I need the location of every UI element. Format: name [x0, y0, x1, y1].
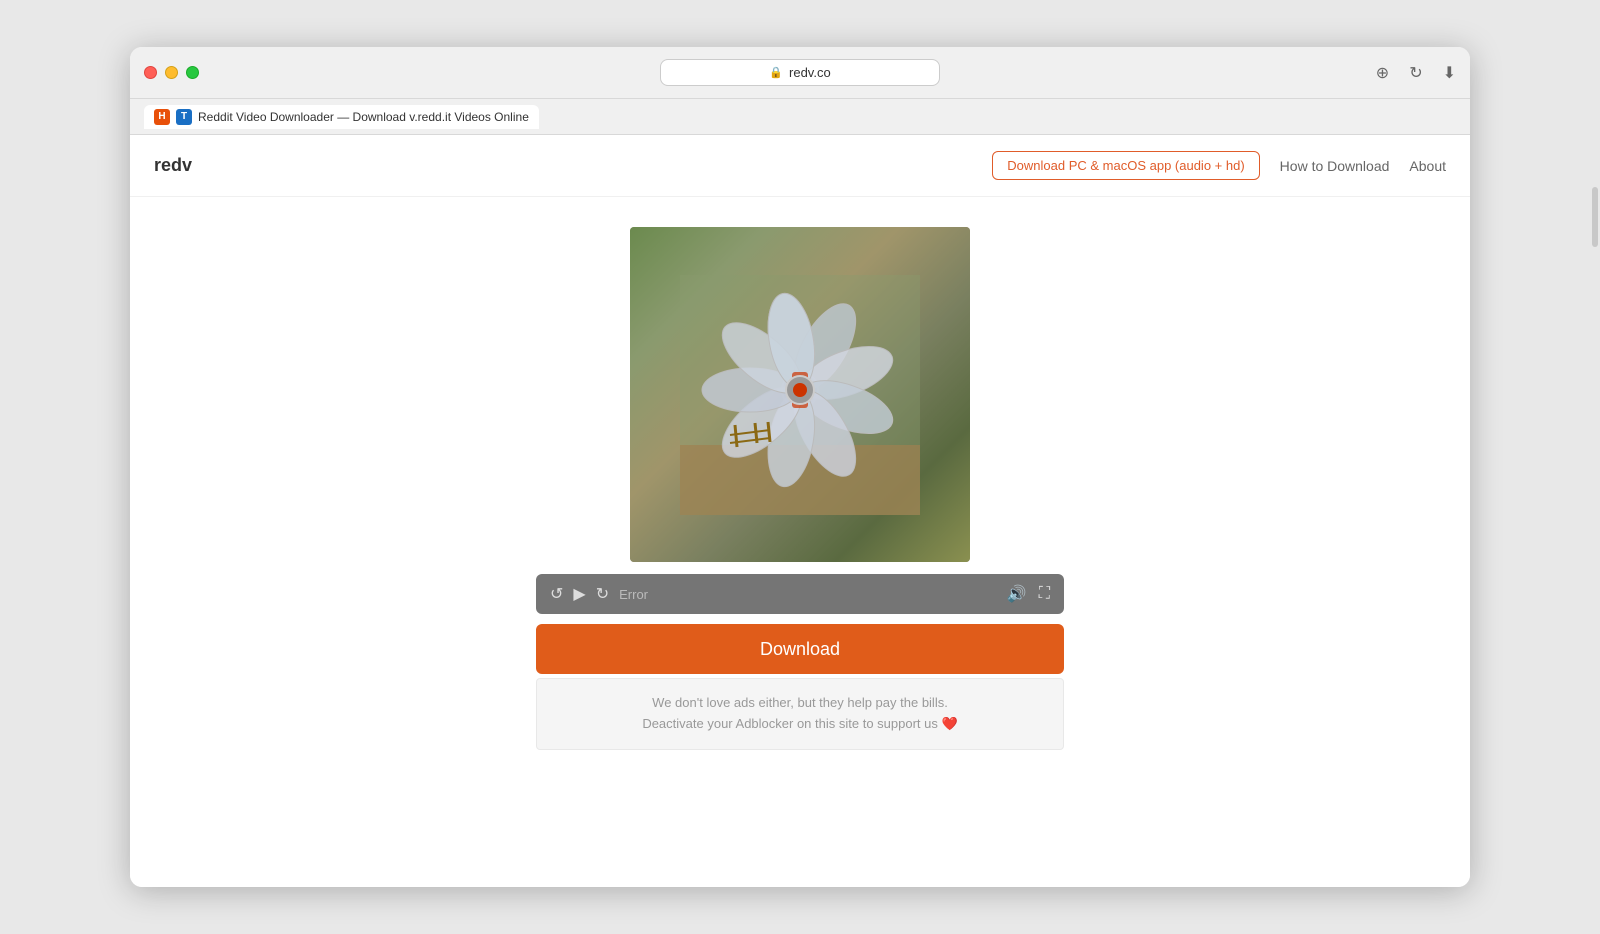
cast-icon[interactable]: ⊕: [1376, 63, 1389, 83]
lock-icon: 🔒: [769, 66, 783, 79]
windmill-graphic: [680, 275, 920, 515]
fullscreen-icon[interactable]: ⛶: [1039, 585, 1050, 603]
ad-notice: We don't love ads either, but they help …: [536, 678, 1064, 750]
refresh-icon[interactable]: ↻: [1409, 63, 1422, 83]
ad-notice-line2: Deactivate your Adblocker on this site t…: [551, 714, 1049, 735]
main-area: ↺ ▶ ↻ Error 🔊 ⛶ Download We don't love a…: [130, 197, 1470, 887]
tab-bar: H T Reddit Video Downloader — Download v…: [130, 99, 1470, 135]
toolbar-icons: ⊕ ↻ ⬇: [1376, 63, 1456, 83]
nav-links: Download PC & macOS app (audio + hd) How…: [992, 151, 1446, 180]
error-label: Error: [619, 587, 997, 602]
maximize-button[interactable]: [186, 66, 199, 79]
about-link[interactable]: About: [1409, 158, 1446, 174]
fast-forward-icon[interactable]: ↻: [596, 584, 609, 604]
tab-title: Reddit Video Downloader — Download v.red…: [198, 110, 529, 124]
url-text: redv.co: [789, 65, 831, 80]
minimize-button[interactable]: [165, 66, 178, 79]
download-manager-icon[interactable]: ⬇: [1443, 63, 1456, 83]
volume-icon[interactable]: 🔊: [1007, 584, 1027, 604]
traffic-lights: [144, 66, 199, 79]
video-container: [630, 227, 970, 562]
app-download-button[interactable]: Download PC & macOS app (audio + hd): [992, 151, 1259, 180]
close-button[interactable]: [144, 66, 157, 79]
browser-window: 🔒 redv.co ⊕ ↻ ⬇ H T Reddit Video Downloa…: [130, 47, 1470, 887]
nav-bar: redv Download PC & macOS app (audio + hd…: [130, 135, 1470, 197]
video-thumbnail: [630, 227, 970, 562]
play-icon[interactable]: ▶: [573, 584, 585, 604]
site-logo[interactable]: redv: [154, 155, 192, 176]
ctrl-right: 🔊 ⛶: [1007, 584, 1050, 604]
ad-notice-line1: We don't love ads either, but they help …: [551, 693, 1049, 714]
download-button[interactable]: Download: [536, 624, 1064, 674]
how-to-download-link[interactable]: How to Download: [1280, 158, 1390, 174]
tab-favicon-t: T: [176, 109, 192, 125]
page-content: redv Download PC & macOS app (audio + hd…: [130, 135, 1470, 887]
rewind-icon[interactable]: ↺: [550, 584, 563, 604]
tab-favicon-h: H: [154, 109, 170, 125]
title-bar: 🔒 redv.co ⊕ ↻ ⬇: [130, 47, 1470, 99]
browser-tab[interactable]: H T Reddit Video Downloader — Download v…: [144, 105, 539, 129]
address-bar[interactable]: 🔒 redv.co: [660, 59, 940, 86]
address-bar-area: 🔒 redv.co: [660, 59, 940, 86]
video-controls: ↺ ▶ ↻ Error 🔊 ⛶: [536, 574, 1064, 614]
